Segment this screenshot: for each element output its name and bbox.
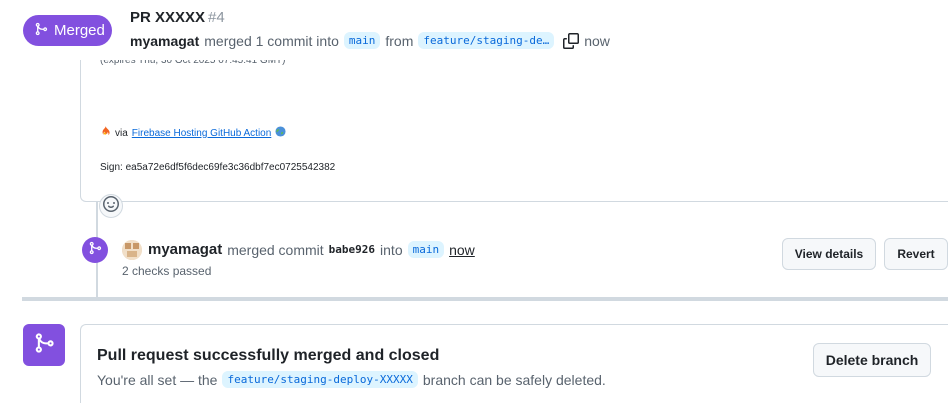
- pr-title: PR XXXXX #4: [130, 9, 225, 26]
- merge-status-icon-box: [23, 324, 65, 366]
- checks-status-text[interactable]: 2 checks passed: [122, 264, 211, 278]
- merge-event-text: myamagat merged commit babe926 into main…: [148, 241, 475, 258]
- globe-icon: [275, 126, 286, 140]
- revert-button[interactable]: Revert: [884, 238, 948, 270]
- merge-event-badge: [82, 237, 108, 263]
- comment-sign-text: Sign: ea5a72e6df5f6dec69fe3c36dbf7ec0725…: [100, 162, 336, 173]
- git-merge-icon: [33, 332, 55, 359]
- event-branch-label[interactable]: main: [407, 241, 445, 258]
- base-branch-label[interactable]: main: [343, 32, 381, 49]
- pr-time: now: [584, 32, 610, 49]
- event-time-link[interactable]: now: [449, 242, 475, 258]
- merged-status-label: Merged: [54, 22, 105, 39]
- firebase-action-link[interactable]: Firebase Hosting GitHub Action: [132, 128, 272, 139]
- git-merge-icon: [34, 22, 48, 40]
- timeline-divider: [22, 297, 948, 301]
- add-reaction-button[interactable]: [99, 194, 123, 218]
- view-details-button[interactable]: View details: [782, 238, 876, 270]
- merge-desc-suffix: branch can be safely deleted.: [422, 371, 606, 388]
- bot-comment-card: (expires Thu, 30 Oct 2025 07:45:41 GMT) …: [80, 36, 948, 218]
- commit-sha-link[interactable]: babe926: [329, 243, 375, 256]
- pr-number: #4: [208, 9, 225, 26]
- git-merge-icon: [88, 241, 102, 260]
- merge-desc-prefix: You're all set — the: [97, 371, 218, 388]
- merged-branch-label[interactable]: feature/staging-deploy-XXXXX: [222, 371, 418, 388]
- merge-status-description: You're all set — the feature/staging-dep…: [97, 371, 606, 388]
- merge-status-title: Pull request successfully merged and clo…: [97, 347, 440, 364]
- smiley-icon: [103, 195, 119, 217]
- pr-meta: myamagat merged 1 commit into main from …: [130, 32, 610, 49]
- event-action-text: merged commit: [227, 241, 324, 258]
- pr-from-text: from: [385, 32, 414, 49]
- head-branch-label[interactable]: feature/staging-de…: [418, 32, 555, 49]
- pr-sticky-header: Merged PR XXXXX #4 myamagat merged 1 comm…: [0, 0, 948, 60]
- merged-status-badge: Merged: [23, 15, 112, 46]
- pr-author-link[interactable]: myamagat: [130, 33, 199, 49]
- via-prefix-text: via: [115, 127, 128, 139]
- pr-merge-text: merged 1 commit into: [204, 32, 339, 49]
- fire-icon: [100, 126, 111, 140]
- avatar[interactable]: [122, 240, 142, 260]
- pr-title-text: PR XXXXX: [130, 9, 206, 26]
- delete-branch-button[interactable]: Delete branch: [813, 343, 931, 377]
- merge-status-box: Pull request successfully merged and clo…: [80, 324, 948, 403]
- event-into-text: into: [380, 241, 403, 258]
- event-author-link[interactable]: myamagat: [148, 241, 222, 258]
- copy-icon[interactable]: [563, 32, 580, 49]
- comment-via-line: via Firebase Hosting GitHub Action: [100, 126, 286, 140]
